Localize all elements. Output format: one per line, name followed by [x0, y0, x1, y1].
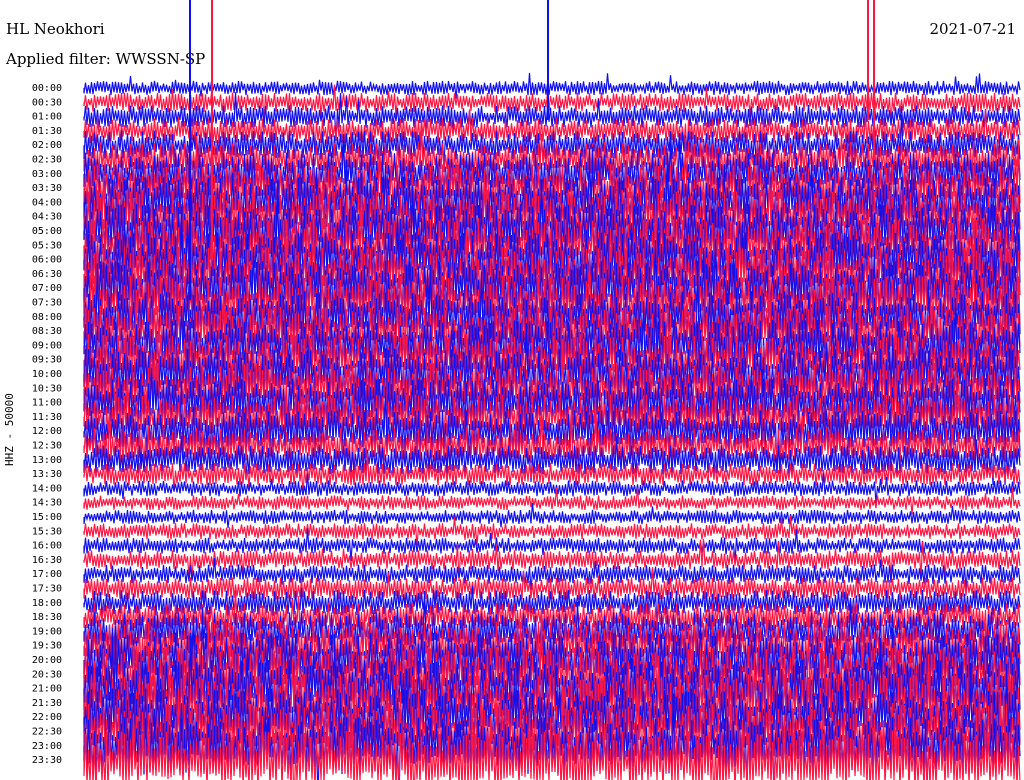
row-tick-label: 08:00 [32, 312, 62, 323]
row-tick-label: 00:00 [32, 83, 62, 94]
row-tick-label: 09:30 [32, 355, 62, 366]
row-tick-label: 10:00 [32, 369, 62, 380]
row-tick-label: 04:30 [32, 212, 62, 223]
row-tick-label: 21:00 [32, 684, 62, 695]
row-tick-label: 07:00 [32, 283, 62, 294]
row-tick-label: 14:00 [32, 483, 62, 494]
row-tick-label: 04:00 [32, 197, 62, 208]
row-tick-label: 01:30 [32, 126, 62, 137]
row-tick-label: 11:00 [32, 398, 62, 409]
row-tick-label: 01:00 [32, 112, 62, 123]
trace-row-0000 [83, 72, 1021, 99]
row-tick-label: 05:00 [32, 226, 62, 237]
row-tick-label: 16:00 [32, 541, 62, 552]
row-tick-label: 00:30 [32, 97, 62, 108]
row-tick-label: 13:00 [32, 455, 62, 466]
row-tick-label: 18:30 [32, 612, 62, 623]
row-tick-label: 21:30 [32, 698, 62, 709]
row-tick-label: 19:00 [32, 626, 62, 637]
row-tick-label: 19:30 [32, 641, 62, 652]
row-tick-label: 22:30 [32, 727, 62, 738]
row-tick-label: 03:00 [32, 169, 62, 180]
row-tick-label: 12:00 [32, 426, 62, 437]
row-tick-label: 15:30 [32, 526, 62, 537]
row-tick-label: 22:00 [32, 712, 62, 723]
row-tick-label: 20:30 [32, 669, 62, 680]
row-tick-label: 18:00 [32, 598, 62, 609]
row-tick-label: 16:30 [32, 555, 62, 566]
row-tick-label: 20:00 [32, 655, 62, 666]
row-tick-label: 02:30 [32, 155, 62, 166]
row-tick-label: 08:30 [32, 326, 62, 337]
row-tick-label: 06:30 [32, 269, 62, 280]
row-tick-label: 05:30 [32, 240, 62, 251]
row-tick-label: 06:00 [32, 255, 62, 266]
row-tick-label: 03:30 [32, 183, 62, 194]
row-tick-label: 14:30 [32, 498, 62, 509]
row-tick-label: 02:00 [32, 140, 62, 151]
row-tick-label: 17:30 [32, 584, 62, 595]
row-tick-label: 12:30 [32, 441, 62, 452]
row-tick-label: 09:00 [32, 340, 62, 351]
row-tick-label: 23:30 [32, 755, 62, 766]
tick-label-layer: 00:00 00:30 01:00 01:30 02:00 02:30 03:00 03:30… [32, 83, 62, 766]
row-tick-label: 15:00 [32, 512, 62, 523]
row-tick-label: 17:00 [32, 569, 62, 580]
row-tick-label: 23:00 [32, 741, 62, 752]
row-tick-label: 13:30 [32, 469, 62, 480]
row-tick-label: 07:30 [32, 298, 62, 309]
seismogram-plot: 00:00 00:30 01:00 01:30 02:00 02:30 03:00 03:30… [32, 0, 1021, 780]
trace-layer [83, 0, 1021, 780]
row-tick-label: 11:30 [32, 412, 62, 423]
row-tick-label: 10:30 [32, 383, 62, 394]
